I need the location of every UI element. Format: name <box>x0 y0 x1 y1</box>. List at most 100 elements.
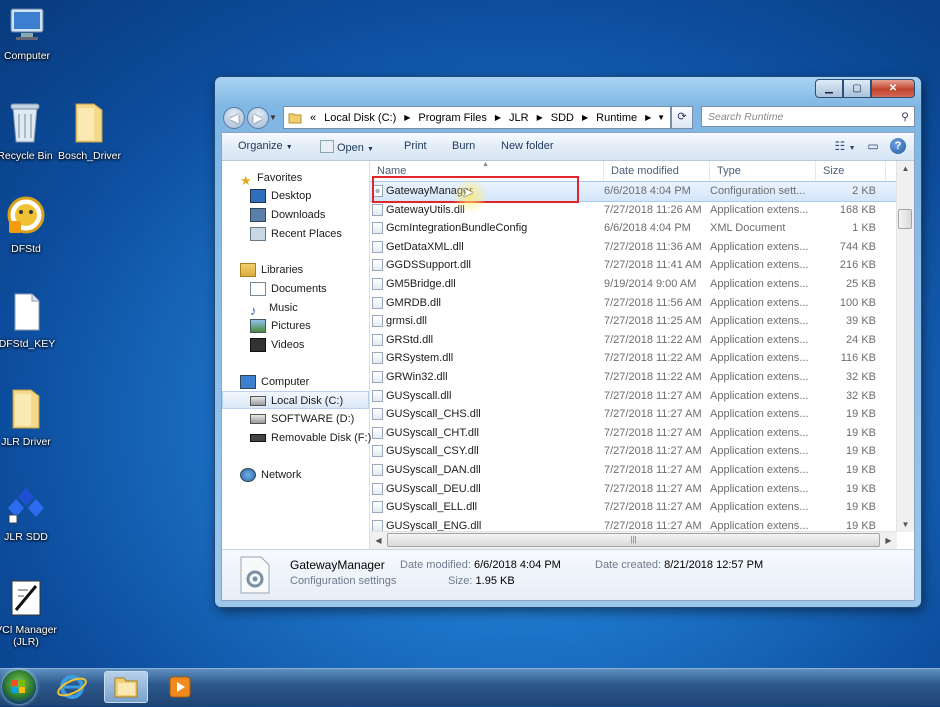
window-caption-buttons: ▁ ▢ ✕ <box>815 79 915 98</box>
file-row[interactable]: GRWin32.dll 7/27/2018 11:22 AM Application… <box>370 368 897 387</box>
breadcrumb-arrow-icon[interactable]: ▶ <box>537 113 543 122</box>
file-row[interactable]: GcmIntegrationBundleConfig 6/6/2018 4:04 … <box>370 219 897 238</box>
file-size: 32 KB <box>846 389 876 402</box>
file-date: 7/27/2018 11:27 AM <box>604 408 702 421</box>
breadcrumb-program-files[interactable]: Program Files <box>418 112 486 124</box>
file-size: 19 KB <box>846 501 876 514</box>
file-row[interactable]: GUSyscall.dll 7/27/2018 11:27 AM Applicati… <box>370 387 897 406</box>
address-history-dropdown-icon[interactable]: ▼ <box>657 113 665 122</box>
scroll-up-icon[interactable]: ▲ <box>898 161 913 176</box>
taskbar-windows-explorer[interactable] <box>104 671 148 703</box>
file-icon <box>372 408 383 421</box>
file-name: GUSyscall_ELL.dll <box>386 501 478 514</box>
desktop-icon-computer[interactable]: Computer <box>0 6 58 62</box>
breadcrumb-arrow-icon[interactable]: ▶ <box>495 113 501 122</box>
preview-pane-icon[interactable]: ▭ <box>862 137 884 155</box>
file-type: Application extens... <box>710 501 809 514</box>
horizontal-scrollbar[interactable]: ◀ ||| ▶ <box>370 531 897 549</box>
file-row[interactable]: GGDSSupport.dll 7/27/2018 11:41 AM Applica… <box>370 256 897 275</box>
help-icon[interactable]: ? <box>890 138 906 154</box>
desktop-icon-vci-manager[interactable]: VCI Manager (JLR) <box>0 578 64 648</box>
file-row[interactable]: GUSyscall_DEU.dll 7/27/2018 11:27 AM Appli… <box>370 480 897 499</box>
nav-local-disk[interactable]: Local Disk (C:) <box>222 391 369 409</box>
file-row[interactable]: GatewayUtils.dll 7/27/2018 11:26 AM Applic… <box>370 201 897 220</box>
file-date: 7/27/2018 11:25 AM <box>604 315 702 328</box>
file-row[interactable]: GM5Bridge.dll 9/19/2014 9:00 AM Applicatio… <box>370 275 897 294</box>
breadcrumb-runtime[interactable]: Runtime <box>596 112 637 124</box>
burn-button[interactable]: Burn <box>452 140 475 152</box>
file-row[interactable]: GRSystem.dll 7/27/2018 11:22 AM Applicatio… <box>370 349 897 368</box>
file-icon <box>372 445 383 458</box>
vertical-scrollbar[interactable]: ▲ ▼ <box>896 161 914 532</box>
breadcrumb-jlr[interactable]: JLR <box>509 112 529 124</box>
file-row[interactable]: GMRDB.dll 7/27/2018 11:56 AM Application e… <box>370 294 897 313</box>
file-date: 7/27/2018 11:41 AM <box>604 259 702 272</box>
desktop-icon-jlr-sdd[interactable]: JLR SDD <box>0 485 57 543</box>
change-view-icon[interactable]: ☷ ▼ <box>834 137 856 155</box>
desktop-icon-dfstd[interactable]: DFStd <box>0 195 57 255</box>
breadcrumb-sdd[interactable]: SDD <box>551 112 574 124</box>
taskbar-internet-explorer[interactable] <box>50 671 94 703</box>
file-size: 19 KB <box>846 463 876 476</box>
desktop-icon-bosch-driver[interactable]: Bosch_Driver <box>58 98 121 162</box>
file-size: 19 KB <box>846 408 876 421</box>
file-size: 24 KB <box>846 333 876 346</box>
breadcrumb-arrow-icon[interactable]: ▶ <box>404 113 410 122</box>
taskbar-media-player[interactable] <box>158 671 202 703</box>
file-row[interactable]: GUSyscall_CHT.dll 7/27/2018 11:27 AM Appli… <box>370 424 897 443</box>
desktop-icon-recycle-bin[interactable]: Recycle Bin <box>0 100 56 162</box>
file-row[interactable]: GUSyscall_CSY.dll 7/27/2018 11:27 AM Appli… <box>370 442 897 461</box>
refresh-button[interactable]: ⟳ <box>671 106 693 129</box>
breadcrumb-arrow-icon[interactable]: ▶ <box>582 113 588 122</box>
nav-libraries[interactable]: Libraries <box>222 261 387 279</box>
horizontal-scroll-thumb[interactable]: ||| <box>387 533 880 547</box>
new-folder-button[interactable]: New folder <box>501 140 554 152</box>
file-size: 19 KB <box>846 426 876 439</box>
scroll-left-icon[interactable]: ◀ <box>371 533 386 548</box>
details-size-value: 1.95 KB <box>475 575 515 587</box>
file-icon <box>372 333 383 346</box>
scroll-right-icon[interactable]: ▶ <box>881 533 896 548</box>
file-row[interactable]: GetDataXML.dll 7/27/2018 11:36 AM Applicat… <box>370 238 897 257</box>
nav-computer[interactable]: Computer <box>222 373 387 391</box>
open-button[interactable]: Open ▼ <box>320 140 374 154</box>
file-row[interactable]: grmsi.dll 7/27/2018 11:25 AM Application e… <box>370 312 897 331</box>
desktop-icon-jlr-driver[interactable]: JLR Driver <box>0 384 57 448</box>
address-overflow-chevron[interactable]: « <box>310 112 316 124</box>
maximize-button[interactable]: ▢ <box>843 79 871 98</box>
recent-pages-dropdown-icon[interactable]: ▼ <box>269 113 277 122</box>
column-header-date[interactable]: Date modified <box>604 161 710 181</box>
minimize-button[interactable]: ▁ <box>815 79 843 98</box>
scroll-down-icon[interactable]: ▼ <box>898 517 913 532</box>
file-row[interactable]: GUSyscall_CHS.dll 7/27/2018 11:27 AM Appli… <box>370 405 897 424</box>
back-button[interactable]: ◀ <box>223 107 245 129</box>
close-button[interactable]: ✕ <box>871 79 915 98</box>
nav-music-label: Music <box>269 302 298 314</box>
desktop-icon-dfstd-key[interactable]: DFStd_KEY <box>0 292 58 350</box>
nav-favorites[interactable]: ★ Favorites <box>222 169 387 188</box>
details-pane: GatewayManager Configuration settings Da… <box>222 549 914 600</box>
vertical-scroll-thumb[interactable] <box>898 209 912 229</box>
column-header-type[interactable]: Type <box>710 161 816 181</box>
file-row[interactable]: GRStd.dll 7/27/2018 11:22 AM Application e… <box>370 331 897 350</box>
organize-button[interactable]: Organize ▼ <box>238 140 293 152</box>
nav-software-label: SOFTWARE (D:) <box>271 413 355 425</box>
column-header-size[interactable]: Size <box>816 161 886 181</box>
file-date: 7/27/2018 11:26 AM <box>604 203 702 216</box>
print-button[interactable]: Print <box>404 140 427 152</box>
breadcrumb-local-disk[interactable]: Local Disk (C:) <box>324 112 396 124</box>
start-button[interactable] <box>2 670 36 704</box>
file-row[interactable]: GUSyscall_ELL.dll 7/27/2018 11:27 AM Appli… <box>370 498 897 517</box>
file-date: 7/27/2018 11:27 AM <box>604 426 702 439</box>
search-input[interactable]: Search Runtime ⚲ <box>701 106 915 127</box>
file-row[interactable]: GUSyscall_DAN.dll 7/27/2018 11:27 AM Appli… <box>370 461 897 480</box>
dropdown-arrow-icon: ▼ <box>366 146 374 153</box>
file-type: Application extens... <box>710 315 809 328</box>
videos-icon <box>250 338 266 353</box>
nav-computer-label: Computer <box>261 376 310 388</box>
file-size: 32 KB <box>846 370 876 383</box>
address-bar[interactable]: « Local Disk (C:) ▶ Program Files ▶ JLR … <box>283 106 671 129</box>
forward-button[interactable]: ▶ <box>247 107 269 129</box>
nav-network[interactable]: Network <box>222 466 387 484</box>
breadcrumb-arrow-icon[interactable]: ▶ <box>645 113 651 122</box>
